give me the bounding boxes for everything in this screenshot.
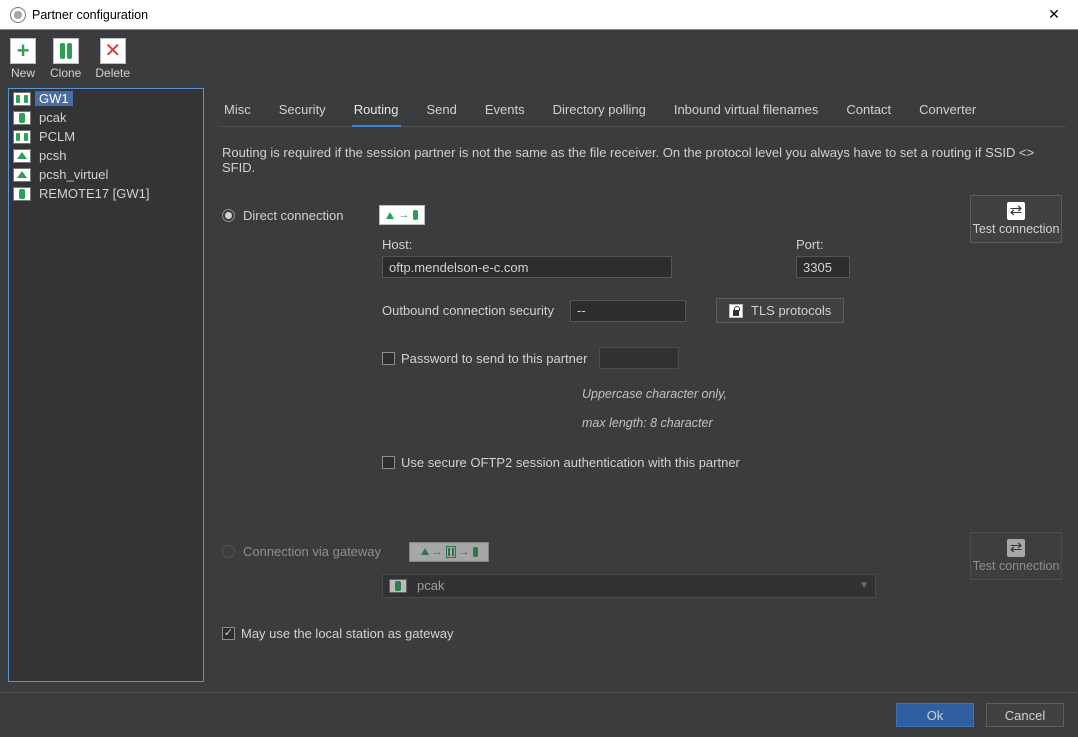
new-label: New bbox=[11, 66, 35, 80]
test-connection-icon: ⇄ bbox=[1007, 539, 1025, 557]
delete-button[interactable]: ✕ Delete bbox=[95, 38, 130, 80]
gateway-connection-icon: →→ bbox=[409, 542, 489, 562]
cancel-button[interactable]: Cancel bbox=[986, 703, 1064, 727]
tab-events[interactable]: Events bbox=[483, 96, 527, 126]
tab-inbound-virtual-filenames[interactable]: Inbound virtual filenames bbox=[672, 96, 821, 126]
direct-connection-radio[interactable] bbox=[222, 209, 235, 222]
password-hint-1: Uppercase character only, bbox=[582, 385, 970, 404]
outbound-security-select[interactable] bbox=[570, 300, 686, 322]
secure-oftp2-checkbox[interactable] bbox=[382, 456, 395, 469]
toolbar: + New Clone ✕ Delete bbox=[0, 30, 1078, 88]
tab-security[interactable]: Security bbox=[277, 96, 328, 126]
tab-send[interactable]: Send bbox=[425, 96, 459, 126]
gateway-select-value: pcak bbox=[417, 578, 444, 593]
tab-converter[interactable]: Converter bbox=[917, 96, 978, 126]
dialog-button-bar: Ok Cancel bbox=[0, 692, 1078, 737]
sidebar-item-pcak[interactable]: pcak bbox=[9, 108, 203, 127]
sidebar-item-label: GW1 bbox=[35, 91, 73, 106]
plus-icon: + bbox=[10, 38, 36, 64]
lock-icon bbox=[729, 304, 743, 318]
tab-routing[interactable]: Routing bbox=[352, 96, 401, 127]
port-label: Port: bbox=[796, 237, 850, 252]
partner-icon bbox=[13, 130, 31, 144]
password-hint-2: max length: 8 character bbox=[582, 414, 970, 433]
local-gateway-checkbox[interactable] bbox=[222, 627, 235, 640]
close-icon[interactable]: ✕ bbox=[1034, 6, 1074, 23]
sidebar-item-label: PCLM bbox=[35, 129, 79, 144]
tab-bar: Misc Security Routing Send Events Directory p… bbox=[218, 88, 1066, 127]
partner-icon bbox=[13, 111, 31, 125]
partner-icon bbox=[13, 168, 31, 182]
gateway-select[interactable]: pcak ▼ bbox=[382, 574, 876, 598]
password-input[interactable] bbox=[599, 347, 679, 369]
test-connection-button[interactable]: ⇄ Test connection bbox=[970, 195, 1062, 243]
test-connection-label: Test connection bbox=[973, 222, 1060, 236]
port-input[interactable] bbox=[796, 256, 850, 278]
gateway-connection-radio[interactable] bbox=[222, 545, 235, 558]
app-icon bbox=[10, 7, 26, 23]
local-gateway-label: May use the local station as gateway bbox=[241, 626, 453, 641]
tab-misc[interactable]: Misc bbox=[222, 96, 253, 126]
password-checkbox[interactable] bbox=[382, 352, 395, 365]
sidebar-item-gw1[interactable]: GW1 bbox=[9, 89, 203, 108]
delete-icon: ✕ bbox=[100, 38, 126, 64]
sidebar-item-label: REMOTE17 [GW1] bbox=[35, 186, 154, 201]
clone-icon bbox=[53, 38, 79, 64]
host-input[interactable] bbox=[382, 256, 672, 278]
secure-oftp2-label: Use secure OFTP2 session authentication … bbox=[401, 455, 740, 470]
tls-protocols-button[interactable]: TLS protocols bbox=[716, 298, 844, 323]
test-gateway-connection-button: ⇄ Test connection bbox=[970, 532, 1062, 580]
direct-connection-label: Direct connection bbox=[243, 208, 343, 223]
partner-icon bbox=[13, 92, 31, 106]
partner-icon bbox=[13, 149, 31, 163]
test-connection-icon: ⇄ bbox=[1007, 202, 1025, 220]
tls-protocols-label: TLS protocols bbox=[751, 303, 831, 318]
partner-icon bbox=[389, 579, 407, 593]
host-label: Host: bbox=[382, 237, 672, 252]
direct-connection-icon: → bbox=[379, 205, 425, 225]
password-label: Password to send to this partner bbox=[401, 351, 587, 366]
sidebar-item-pcsh-virtuel[interactable]: pcsh_virtuel bbox=[9, 165, 203, 184]
ok-button[interactable]: Ok bbox=[896, 703, 974, 727]
tab-contact[interactable]: Contact bbox=[844, 96, 893, 126]
partner-list[interactable]: GW1 pcak PCLM pcsh pcsh_virtuel REMOTE17 [GW1… bbox=[8, 88, 204, 682]
test-gateway-label: Test connection bbox=[973, 559, 1060, 573]
delete-label: Delete bbox=[95, 66, 130, 80]
sidebar-item-pcsh[interactable]: pcsh bbox=[9, 146, 203, 165]
chevron-down-icon: ▼ bbox=[859, 580, 869, 591]
new-button[interactable]: + New bbox=[10, 38, 36, 80]
partner-icon bbox=[13, 187, 31, 201]
clone-button[interactable]: Clone bbox=[50, 38, 81, 80]
outbound-security-label: Outbound connection security bbox=[382, 303, 554, 318]
routing-help-text: Routing is required if the session partn… bbox=[218, 127, 1066, 187]
sidebar-item-pclm[interactable]: PCLM bbox=[9, 127, 203, 146]
title-bar: Partner configuration ✕ bbox=[0, 0, 1078, 30]
sidebar-item-label: pcsh bbox=[35, 148, 70, 163]
sidebar-item-label: pcak bbox=[35, 110, 70, 125]
sidebar-item-label: pcsh_virtuel bbox=[35, 167, 112, 182]
window-title: Partner configuration bbox=[32, 8, 1034, 22]
gateway-connection-label: Connection via gateway bbox=[243, 544, 381, 559]
sidebar-item-remote17-gw1-[interactable]: REMOTE17 [GW1] bbox=[9, 184, 203, 203]
clone-label: Clone bbox=[50, 66, 81, 80]
tab-directory-polling[interactable]: Directory polling bbox=[551, 96, 648, 126]
